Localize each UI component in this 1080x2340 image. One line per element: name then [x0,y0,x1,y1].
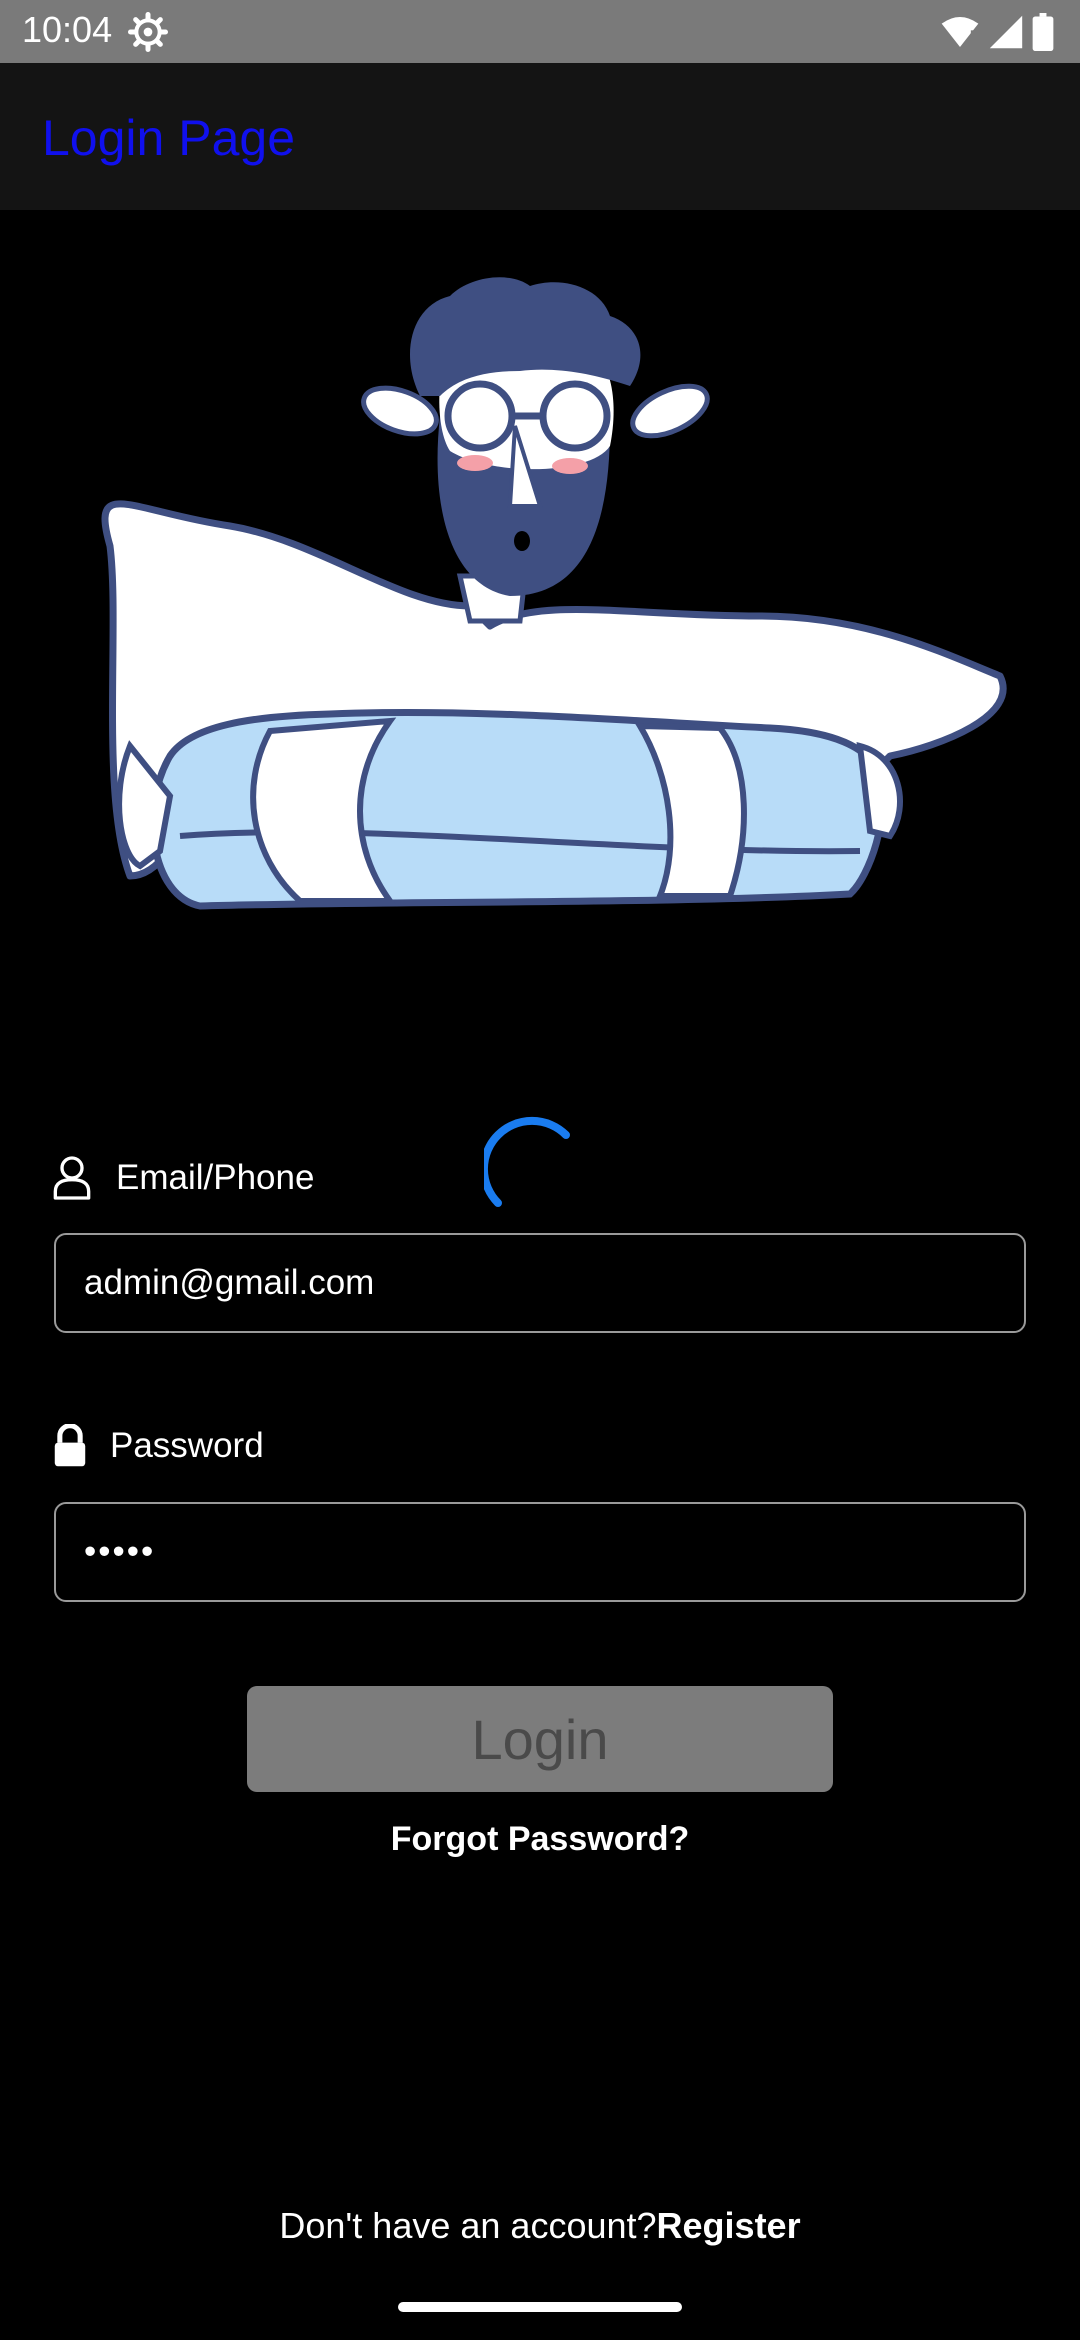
email-field[interactable]: admin@gmail.com [54,1233,1026,1333]
cellular-signal-icon [989,15,1023,49]
battery-icon [1032,13,1054,51]
home-indicator[interactable] [398,2302,682,2312]
login-button[interactable]: Login [247,1686,833,1792]
loading-spinner [484,1116,570,1207]
user-icon [53,1156,91,1200]
settings-gear-icon [128,12,168,52]
email-label-text: Email/Phone [116,1158,315,1197]
register-link[interactable]: Register [657,2205,801,2246]
lock-icon [54,1424,86,1467]
password-label-text: Password [110,1426,264,1465]
password-value: ••••• [84,1532,156,1571]
forgot-password-link[interactable]: Forgot Password? [0,1820,1080,1859]
register-prompt: Don't have an account? [279,2205,657,2246]
email-value: admin@gmail.com [84,1263,375,1302]
status-time: 10:04 [22,9,113,50]
status-bar: 10:04 [0,0,1080,63]
password-label: Password [52,1418,264,1474]
status-icons [940,12,1054,52]
email-label: Email/Phone [52,1150,314,1206]
register-row: Don't have an account?Register [0,2205,1080,2247]
page-title: Login Page [42,110,296,166]
illustration-man-in-swim-ring [101,277,1007,910]
password-field[interactable]: ••••• [54,1502,1026,1602]
wifi-icon [941,17,979,47]
